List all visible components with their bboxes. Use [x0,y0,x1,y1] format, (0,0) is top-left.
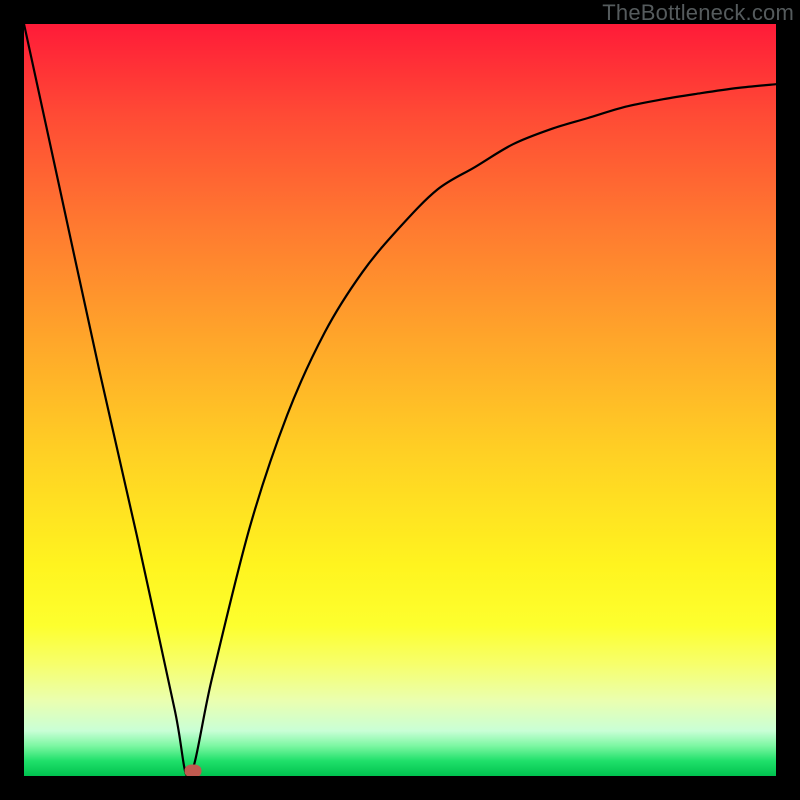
background-gradient [24,24,776,776]
watermark: TheBottleneck.com [602,0,794,26]
plot-frame: TheBottleneck.com [0,0,800,800]
plot-area [24,24,776,776]
optimal-point-marker [185,764,202,776]
